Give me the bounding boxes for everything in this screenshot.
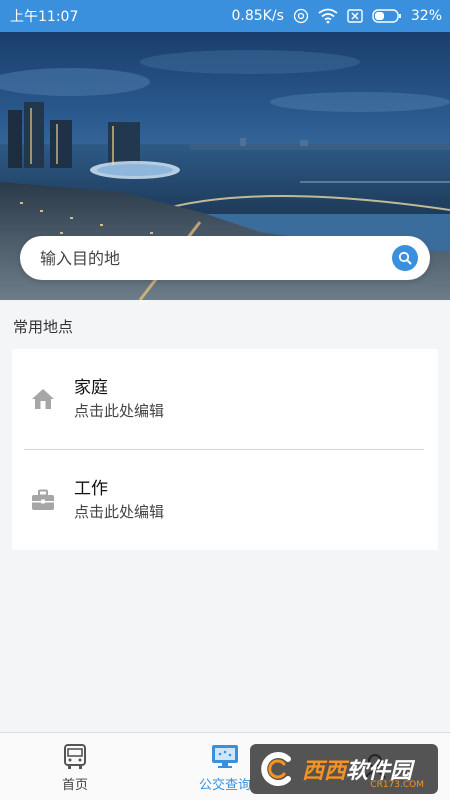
search-icon[interactable] xyxy=(392,245,418,271)
nav-home[interactable]: 首页 xyxy=(0,733,150,800)
destination-input[interactable] xyxy=(40,248,392,268)
briefcase-icon xyxy=(30,487,56,513)
status-bar: 上午11:07 0.85K/s 32% xyxy=(0,0,450,32)
watermark-sub: CR173.COM xyxy=(370,780,424,790)
place-work-hint: 点击此处编辑 xyxy=(74,503,165,521)
common-places-card: 家庭 点击此处编辑 工作 点击此处编辑 xyxy=(12,349,438,550)
nav-bus-query-label: 公交查询 xyxy=(198,777,251,793)
watermark-logo: 西西软件园 CR173.COM xyxy=(250,744,438,794)
hotspot-icon xyxy=(293,8,309,24)
battery-icon xyxy=(372,9,402,23)
bus-icon xyxy=(63,742,87,770)
no-sim-icon xyxy=(347,9,363,23)
status-time: 上午11:07 xyxy=(10,9,79,25)
nav-home-label: 首页 xyxy=(61,777,88,793)
place-home[interactable]: 家庭 点击此处编辑 xyxy=(12,349,438,449)
common-places-title: 常用地点 xyxy=(13,318,74,336)
place-work-name: 工作 xyxy=(74,479,108,499)
watermark-c-icon xyxy=(261,752,291,786)
network-speed: 0.85K/s xyxy=(231,8,284,24)
monitor-icon xyxy=(211,742,239,770)
place-work[interactable]: 工作 点击此处编辑 xyxy=(12,450,438,550)
place-home-name: 家庭 xyxy=(74,378,108,398)
house-icon xyxy=(30,386,56,412)
place-home-hint: 点击此处编辑 xyxy=(74,402,165,420)
battery-percent: 32% xyxy=(410,8,442,24)
watermark-text-a: 西西 xyxy=(302,759,347,784)
destination-search-bar[interactable] xyxy=(20,236,430,280)
wifi-icon xyxy=(318,8,338,24)
